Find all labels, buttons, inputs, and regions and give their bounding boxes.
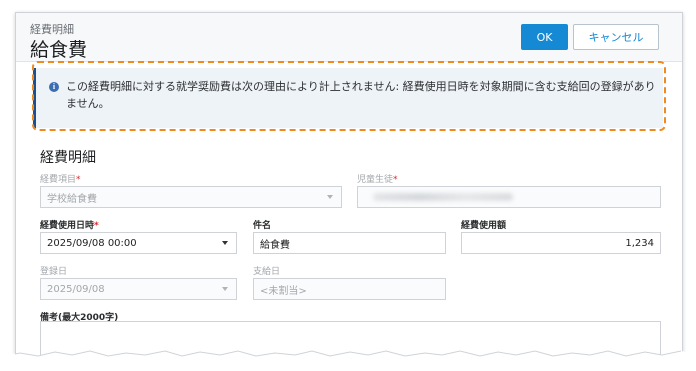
chevron-down-icon xyxy=(222,287,228,291)
info-icon: i xyxy=(49,82,59,92)
subject-label: 件名 xyxy=(253,221,272,231)
use-datetime-label: 経費使用日時* xyxy=(40,221,99,231)
section-title: 経費明細 xyxy=(40,150,96,166)
ok-button[interactable]: OK xyxy=(521,24,568,50)
expense-item-value: 学校給食費 xyxy=(47,193,97,205)
expense-item-select: 学校給食費 xyxy=(40,186,342,208)
info-notice: i この経費明細に対する就学奨励費は次の理由により計上されません: 経費使用日時… xyxy=(33,68,663,128)
registered-date-value: 2025/09/08 xyxy=(47,283,105,295)
use-datetime-select[interactable]: 2025/09/08 00:00 xyxy=(40,232,237,254)
student-field xyxy=(357,186,661,208)
payment-date-label: 支給日 xyxy=(253,267,281,277)
amount-input[interactable]: 1,234 xyxy=(461,232,661,254)
redacted-student-name xyxy=(373,193,513,201)
amount-label: 経費使用額 xyxy=(461,221,507,231)
payment-date-field: <未割当> xyxy=(253,278,446,300)
notice-text: この経費明細に対する就学奨励費は次の理由により計上されません: 経費使用日時を対… xyxy=(66,80,656,110)
subject-input[interactable]: 給食費 xyxy=(253,232,446,254)
chevron-down-icon xyxy=(222,241,228,245)
chevron-down-icon xyxy=(327,195,333,199)
registered-date-select: 2025/09/08 xyxy=(40,278,237,300)
student-label: 児童生徒* xyxy=(357,175,398,185)
registered-date-label: 登録日 xyxy=(40,267,68,277)
cancel-button[interactable]: キャンセル xyxy=(573,24,659,50)
torn-edge xyxy=(0,350,696,371)
use-datetime-value: 2025/09/08 00:00 xyxy=(47,237,137,249)
dialog-title: 給食費 xyxy=(30,39,88,61)
expense-item-label: 経費項目* xyxy=(40,175,81,185)
expense-detail-dialog: 経費明細 給食費 OK キャンセル i この経費明細に対する就学奨励費は次の理由… xyxy=(15,12,683,359)
dialog-header: 経費明細 給食費 OK キャンセル xyxy=(16,13,682,62)
